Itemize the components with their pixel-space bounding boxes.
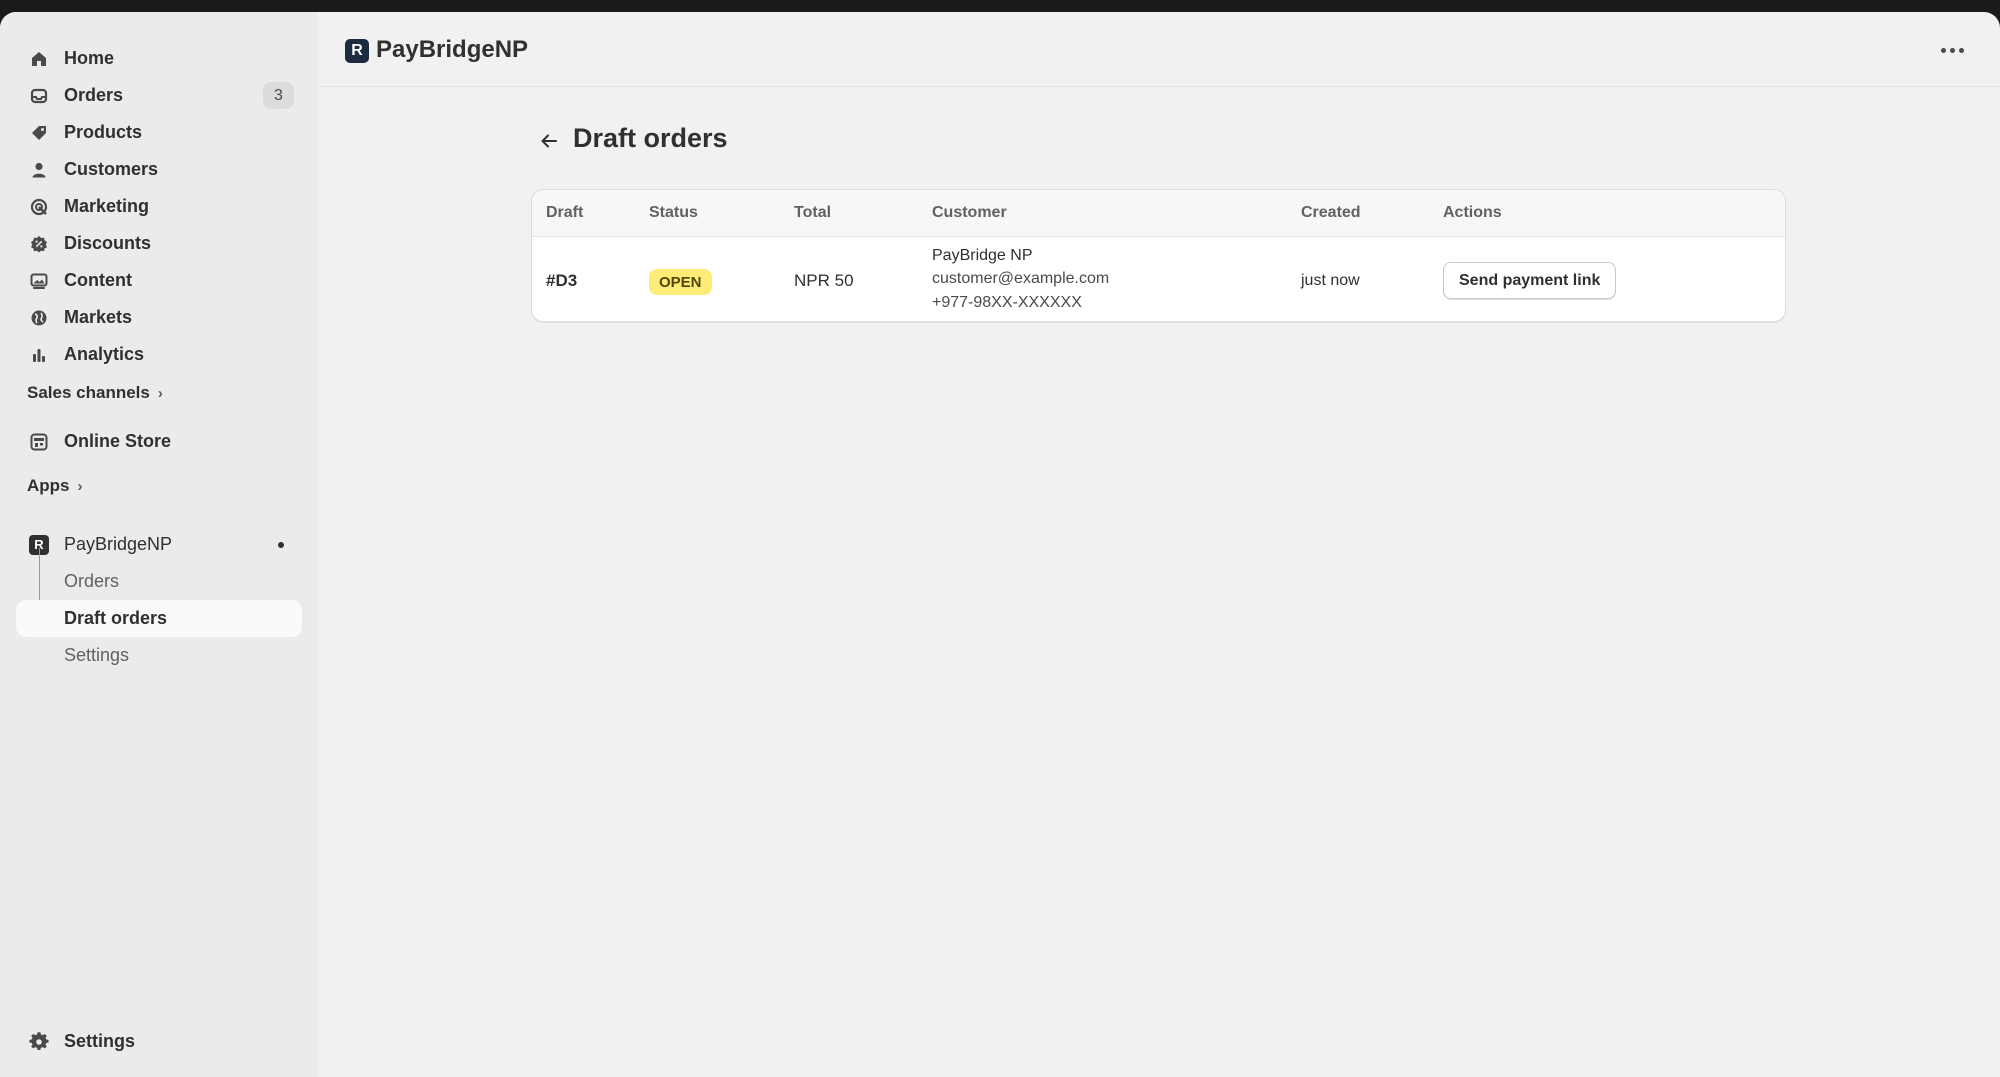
tag-icon — [28, 122, 50, 144]
sidebar-item-label: Analytics — [64, 344, 145, 364]
sidebar-item-online-store[interactable]: Online Store — [16, 423, 302, 460]
sidebar-item-orders[interactable]: Orders 3 — [16, 77, 302, 114]
order-total: NPR 50 — [794, 271, 854, 290]
gear-icon — [28, 1031, 50, 1053]
customer-name: PayBridge NP — [932, 247, 1033, 264]
sidebar-item-customers[interactable]: Customers — [16, 151, 302, 188]
sidebar-item-home[interactable]: Home — [16, 40, 302, 77]
chevron-right-icon: › — [77, 477, 83, 495]
sidebar-subitem-settings[interactable]: Settings — [16, 637, 302, 674]
sidebar-item-marketing[interactable]: Marketing — [16, 188, 302, 225]
apps-header[interactable]: Apps › — [27, 476, 83, 496]
created-time: just now — [1301, 272, 1360, 289]
page-title: Draft orders — [573, 123, 728, 153]
store-icon — [28, 431, 50, 453]
sidebar-item-label: Customers — [64, 159, 159, 179]
sidebar-item-markets[interactable]: Markets — [16, 299, 302, 336]
arrow-left-icon — [541, 134, 557, 148]
discount-icon — [28, 233, 50, 255]
send-payment-link-button[interactable]: Send payment link — [1443, 262, 1617, 299]
app-title: PayBridgeNP — [376, 36, 529, 63]
customer-phone: +977-98XX-XXXXXX — [932, 294, 1082, 311]
pin-dot-icon — [278, 541, 284, 548]
sidebar-item-analytics[interactable]: Analytics — [16, 336, 302, 373]
sidebar-item-label: Content — [64, 270, 132, 290]
more-actions-button[interactable] — [1936, 36, 1968, 64]
customer-email: customer@example.com — [932, 270, 1110, 287]
column-header: Draft — [546, 204, 584, 221]
inbox-icon — [28, 85, 50, 107]
column-header: Actions — [1443, 204, 1502, 221]
table-header: Draft Status Total Customer Created Acti… — [532, 190, 1785, 237]
column-header: Created — [1301, 204, 1361, 221]
chevron-right-icon: › — [157, 384, 163, 402]
sidebar-item-settings[interactable]: Settings — [16, 1023, 302, 1060]
apps-label: Apps — [27, 476, 70, 495]
dot-icon — [1958, 47, 1964, 53]
column-header: Total — [794, 204, 832, 221]
sales-channels-header[interactable]: Sales channels › — [27, 383, 163, 403]
sidebar-subitem-label: Orders — [64, 571, 120, 591]
sidebar-item-label: Products — [64, 122, 143, 142]
home-icon — [28, 48, 50, 70]
sidebar-item-label: Home — [64, 48, 115, 68]
status-badge: OPEN — [649, 269, 712, 295]
column-header: Customer — [932, 204, 1007, 221]
sidebar-subitem-orders[interactable]: Orders — [16, 563, 302, 600]
sidebar-item-label: Settings — [64, 1031, 136, 1051]
app-logo: R — [345, 39, 369, 63]
sidebar-subitem-label: Settings — [64, 645, 130, 665]
sidebar: Home Orders 3 Products Customers Marketi… — [0, 12, 318, 1077]
sidebar-subitem-draft-orders[interactable]: Draft orders — [16, 600, 302, 637]
sidebar-item-label: Discounts — [64, 233, 152, 253]
sales-channels-label: Sales channels — [27, 383, 150, 402]
sidebar-item-label: Markets — [64, 307, 133, 327]
sidebar-item-label: Online Store — [64, 431, 172, 451]
bar-chart-icon — [28, 344, 50, 366]
person-icon — [28, 159, 50, 181]
dot-icon — [1940, 47, 1946, 53]
image-icon — [28, 270, 50, 292]
app-window: Home Orders 3 Products Customers Marketi… — [0, 12, 2000, 1077]
app-header: R PayBridgeNP — [318, 12, 2000, 87]
draft-orders-table: Draft Status Total Customer Created Acti… — [531, 189, 1786, 322]
sidebar-item-label: PayBridgeNP — [64, 534, 173, 554]
sidebar-subitem-label: Draft orders — [64, 608, 168, 628]
dot-icon — [1949, 47, 1955, 53]
globe-icon — [28, 307, 50, 329]
orders-count-badge: 3 — [263, 82, 294, 109]
draft-id[interactable]: #D3 — [546, 271, 577, 291]
sidebar-item-products[interactable]: Products — [16, 114, 302, 151]
sidebar-item-content[interactable]: Content — [16, 262, 302, 299]
column-header: Status — [649, 204, 698, 221]
sidebar-item-label: Marketing — [64, 196, 150, 216]
sidebar-item-paybridgenp[interactable]: R PayBridgeNP — [16, 526, 302, 563]
sidebar-item-discounts[interactable]: Discounts — [16, 225, 302, 262]
sidebar-item-label: Orders — [64, 85, 124, 105]
target-icon — [28, 196, 50, 218]
back-button[interactable] — [534, 126, 564, 156]
